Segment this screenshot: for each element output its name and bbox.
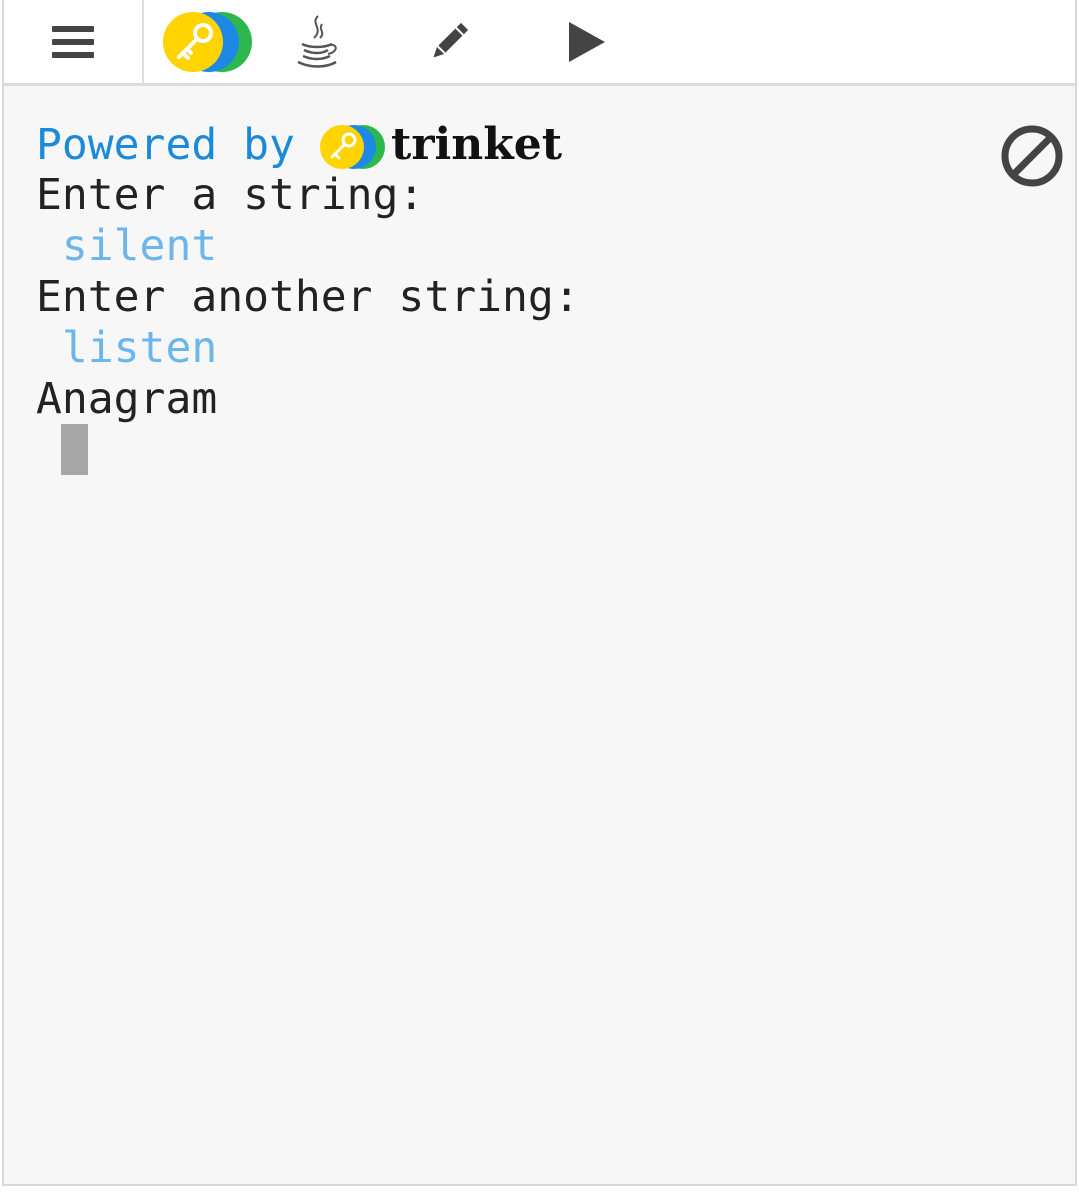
trinket-brand-name[interactable]: trinket [391,120,562,170]
toolbar [4,0,1075,86]
stop-circle-icon[interactable] [1000,124,1064,188]
trinket-logo-button[interactable] [156,0,256,83]
language-button[interactable] [286,0,346,83]
trinket-logo-icon [320,125,385,169]
pencil-icon [433,22,469,58]
console-output[interactable]: Powered by trinket Enter a string: silen… [4,86,1075,1184]
run-button[interactable] [557,0,617,83]
edit-button[interactable] [419,0,479,83]
console-input-line: listen [36,323,218,373]
trinket-logo-icon [163,11,252,72]
hamburger-menu-icon [52,25,94,58]
menu-button[interactable] [4,0,144,83]
text-cursor [61,424,88,475]
console-line: Anagram [36,374,218,424]
java-coffee-icon [297,14,337,68]
console-input-line: silent [36,221,218,271]
play-icon [569,21,605,62]
powered-by-label: Powered by [36,120,295,170]
app-frame: Powered by trinket Enter a string: silen… [2,0,1077,1186]
console-line: Enter another string: [36,272,580,322]
console-line: Enter a string: [36,170,425,220]
